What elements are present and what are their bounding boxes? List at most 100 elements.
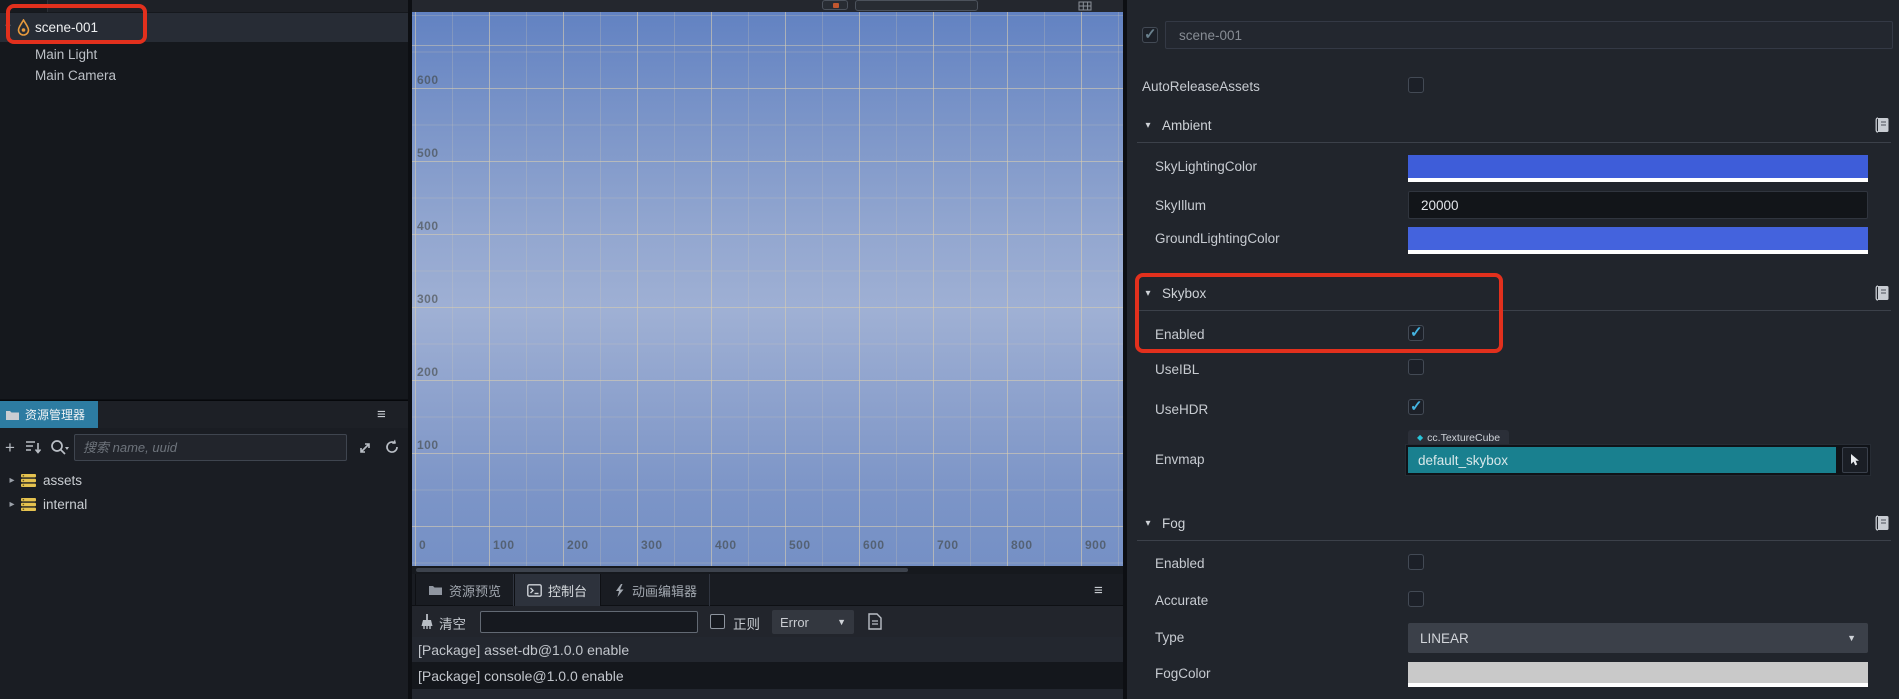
tab-label: 控制台 [548,583,588,599]
assets-toolbar: + [0,431,408,464]
clear-button[interactable]: 清空 [439,613,466,633]
ground-lighting-color-swatch[interactable] [1408,227,1868,254]
alpha-strip [1408,683,1868,687]
hierarchy-item-main-light[interactable]: Main Light [0,44,408,64]
grid-toggle-icon[interactable] [1078,1,1092,11]
log-entry-partial [412,689,1123,699]
sort-icon[interactable] [24,440,44,456]
envmap-asset-name: default_skybox [1418,452,1509,468]
fog-type-dropdown[interactable]: LINEAR ▼ [1408,623,1868,653]
use-hdr-checkbox[interactable] [1408,397,1424,415]
section-divider [1137,142,1891,143]
fog-color-swatch[interactable] [1408,662,1868,687]
pick-asset-button[interactable] [1842,447,1868,473]
chevron-right-icon[interactable]: ▸ [6,499,18,510]
hierarchy-item-main-camera[interactable]: Main Camera [0,65,408,85]
grid-label-x: 100 [493,538,515,552]
tab-assets-manager[interactable]: 资源管理器 [0,401,98,428]
use-ibl-checkbox[interactable] [1408,359,1424,375]
regex-label: 正则 [733,617,760,632]
asset-folder-internal[interactable]: ▸ internal [0,493,408,515]
sky-illum-input[interactable]: 20000 [1408,191,1868,219]
grid-label-x: 900 [1085,538,1107,552]
tab-asset-preview[interactable]: 资源预览 [415,574,515,606]
property-label: Enabled [1155,327,1205,342]
console-menu-icon[interactable]: ≡ [1094,583,1103,598]
refresh-icon[interactable] [383,438,401,456]
asset-type-label: cc.TextureCube [1427,431,1501,444]
chevron-right-icon[interactable]: ▸ [6,475,18,486]
scene-name-field[interactable]: scene-001 [1165,21,1893,49]
asset-folder-assets[interactable]: ▸ assets [0,469,408,491]
section-fog[interactable]: ▾ Fog [1142,516,1185,531]
scene-name-value: scene-001 [1179,27,1243,43]
property-label: Enabled [1155,556,1205,571]
help-doc-icon[interactable] [1875,117,1890,133]
regex-checkbox[interactable] [710,614,725,629]
section-ambient[interactable]: ▾ Ambient [1142,118,1211,133]
property-label: Envmap [1155,452,1205,467]
hierarchy-panel: ▾ scene-001 Main Light Main Camera [0,0,408,399]
hierarchy-tab-seam [0,0,48,12]
log-text: [Package] console@1.0.0 enable [418,667,624,684]
color-value [1408,662,1868,683]
chevron-down-icon[interactable]: ▾ [2,22,14,33]
property-label: AutoReleaseAssets [1142,79,1260,94]
envmap-asset-slot[interactable]: default_skybox [1405,444,1871,476]
tab-animation-editor[interactable]: 动画编辑器 [600,574,711,606]
expand-all-icon[interactable] [356,439,374,457]
grid-label-y: 400 [417,219,439,233]
search-icon[interactable] [50,439,70,457]
scrollbar-thumb[interactable] [416,568,908,572]
clear-broom-icon[interactable] [419,613,435,630]
fog-enabled-checkbox[interactable] [1408,554,1424,570]
assets-panel: 资源管理器 ≡ + ▸ [0,400,408,699]
scene-view-control[interactable] [855,0,978,11]
log-entry[interactable]: [Package] asset-db@1.0.0 enable [412,637,1123,662]
scene-horizontal-scrollbar[interactable] [412,566,1123,574]
grid-label-y: 100 [417,438,439,452]
chevron-down-icon: ▼ [837,617,846,627]
section-title: Skybox [1162,286,1207,301]
folder-icon [429,586,442,595]
chevron-down-icon: ▾ [1145,120,1151,131]
property-label: UseIBL [1155,362,1200,377]
grid-label-x: 800 [1011,538,1033,552]
log-level-dropdown[interactable]: Error ▼ [772,610,854,634]
cursor-pick-icon [1851,454,1859,466]
database-icon [21,473,36,487]
log-entry[interactable]: [Package] console@1.0.0 enable [412,662,1123,689]
property-label: Type [1155,630,1185,645]
skybox-enabled-checkbox[interactable] [1408,323,1424,341]
auto-release-checkbox[interactable] [1408,77,1424,93]
tab-label: 资源预览 [449,583,502,599]
scene-viewport[interactable]: 0 100 200 300 400 500 600 700 800 900 600 500 400 30… [412,12,1123,566]
section-skybox[interactable]: ▾ Skybox [1142,286,1206,301]
fog-accurate-checkbox[interactable] [1408,591,1424,607]
scene-toolbar-strip [412,0,1123,12]
assets-menu-icon[interactable]: ≡ [377,407,386,422]
hierarchy-item-label: Main Camera [35,67,117,83]
hierarchy-item-scene-001[interactable]: ▾ scene-001 [0,13,408,42]
scene-enabled-checkbox[interactable] [1142,25,1158,43]
console-filter-input[interactable] [480,611,698,633]
log-level-value: Error [780,614,809,630]
log-file-icon[interactable] [868,613,882,630]
add-asset-icon[interactable]: + [5,438,15,458]
asset-search-input[interactable] [74,434,347,461]
color-value [1408,155,1868,178]
envmap-asset-value[interactable]: default_skybox [1408,447,1836,473]
sky-lighting-color-swatch[interactable] [1408,155,1868,182]
hierarchy-item-label: scene-001 [35,20,99,35]
help-doc-icon[interactable] [1875,515,1890,531]
animation-editor-icon [616,583,624,597]
asset-folder-label: assets [43,472,83,488]
help-doc-icon[interactable] [1875,285,1890,301]
envmap-type-tag: ◆ cc.TextureCube [1408,430,1510,445]
asset-type-icon: ◆ [1417,433,1424,442]
folder-icon [6,410,19,420]
hierarchy-item-label: Main Light [35,46,98,62]
gizmo-control[interactable] [822,0,848,10]
console-toolbar: 清空 正则 Error ▼ [412,606,1123,637]
tab-console[interactable]: 控制台 [514,574,601,606]
